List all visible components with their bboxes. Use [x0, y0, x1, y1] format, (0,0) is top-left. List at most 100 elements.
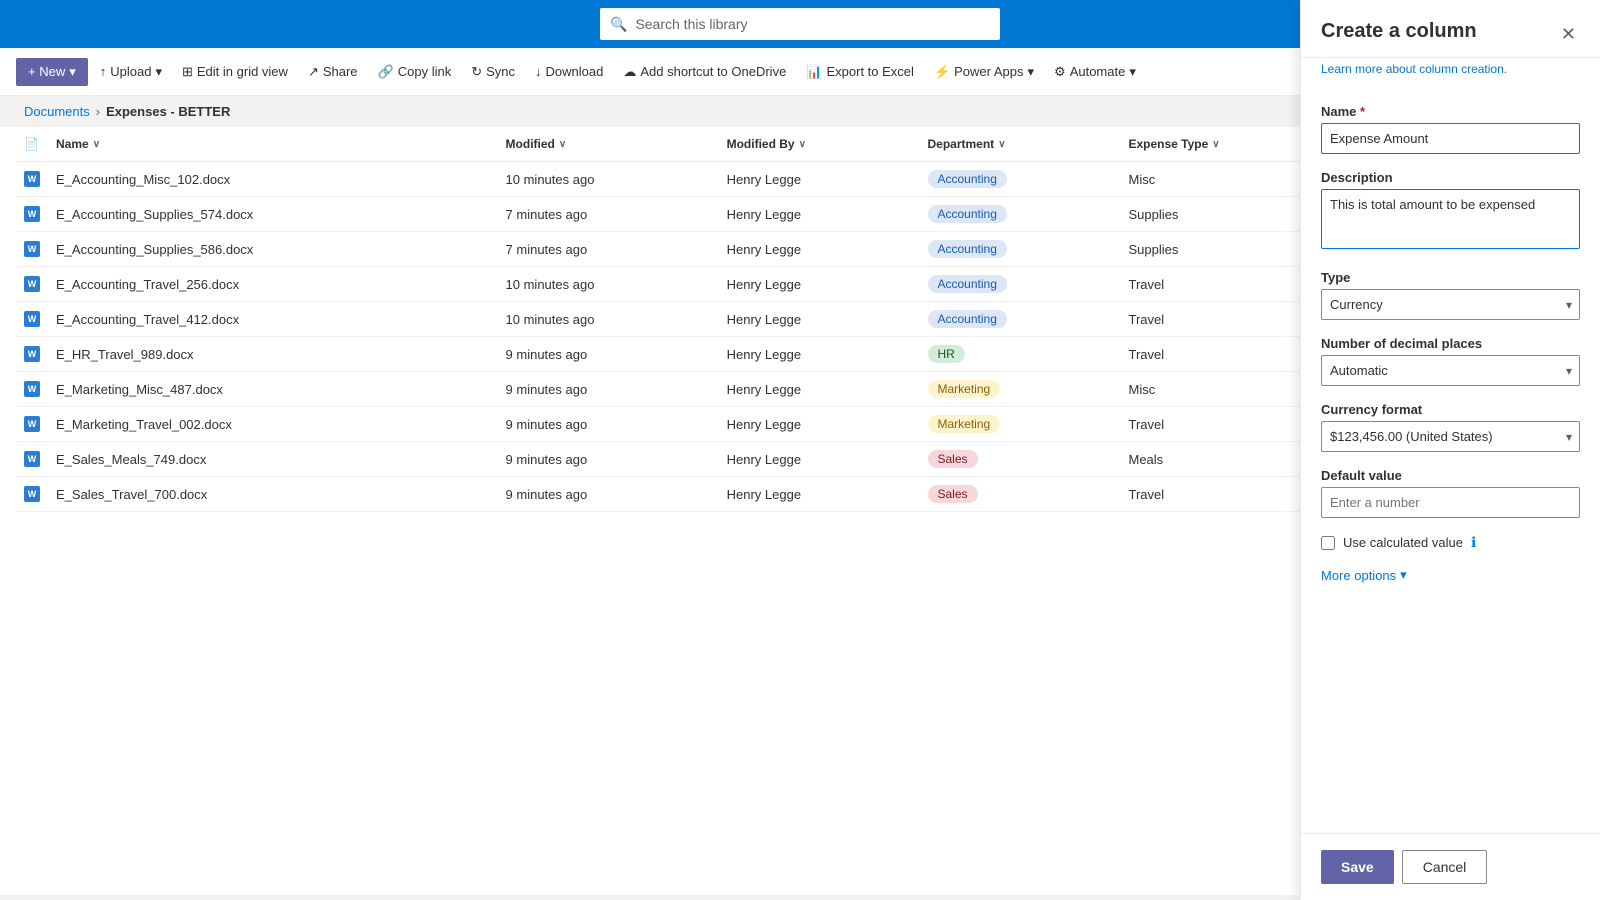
share-button[interactable]: ↗ Share — [300, 58, 366, 86]
chevron-down-icon: ▾ — [69, 64, 76, 80]
col-header-modified-by[interactable]: Modified By ∨ — [719, 127, 920, 162]
file-type-icon: 📄 — [24, 137, 39, 151]
share-icon: ↗ — [308, 64, 319, 80]
department-cell: Accounting — [920, 197, 1121, 232]
word-icon: W — [24, 451, 40, 467]
word-icon: W — [24, 416, 40, 432]
sort-icon: ∨ — [799, 139, 806, 150]
currency-format-label: Currency format — [1321, 402, 1580, 417]
name-input[interactable] — [1321, 123, 1580, 154]
search-placeholder: Search this library — [635, 16, 747, 32]
file-name: E_HR_Travel_989.docx — [56, 347, 194, 362]
department-badge: Sales — [928, 485, 978, 503]
currency-format-select[interactable]: $123,456.00 (United States) — [1321, 421, 1580, 452]
close-button[interactable]: ✕ — [1557, 20, 1580, 49]
default-value-group: Default value — [1321, 468, 1580, 518]
power-apps-icon: ⚡ — [934, 64, 950, 80]
new-button-label: + New — [28, 64, 65, 79]
file-name: E_Marketing_Misc_487.docx — [56, 382, 223, 397]
default-value-input[interactable] — [1321, 487, 1580, 518]
file-name-cell: E_Marketing_Misc_487.docx — [48, 372, 498, 407]
panel-footer: Save Cancel — [1301, 833, 1600, 900]
department-badge: Marketing — [928, 415, 1001, 433]
file-type-cell: W — [16, 442, 48, 477]
col-header-modified[interactable]: Modified ∨ — [498, 127, 719, 162]
modified-cell: 7 minutes ago — [498, 197, 719, 232]
file-type-cell: W — [16, 372, 48, 407]
word-icon: W — [24, 381, 40, 397]
file-name-cell: E_Accounting_Misc_102.docx — [48, 162, 498, 197]
department-badge: HR — [928, 345, 965, 363]
type-select[interactable]: CurrencySingle line of textMultiple line… — [1321, 289, 1580, 320]
department-cell: Marketing — [920, 372, 1121, 407]
file-name-cell: E_Sales_Travel_700.docx — [48, 477, 498, 512]
sync-icon: ↻ — [471, 64, 482, 80]
sort-icon: ∨ — [93, 139, 100, 150]
description-field-group: Description This is total amount to be e… — [1321, 170, 1580, 254]
modified-by-cell: Henry Legge — [719, 302, 920, 337]
file-type-cell: W — [16, 477, 48, 512]
save-button[interactable]: Save — [1321, 850, 1394, 884]
col-header-name[interactable]: Name ∨ — [48, 127, 498, 162]
modified-by-cell: Henry Legge — [719, 442, 920, 477]
calculated-value-group: Use calculated value ℹ — [1321, 534, 1580, 551]
department-cell: Marketing — [920, 407, 1121, 442]
file-name-cell: E_HR_Travel_989.docx — [48, 337, 498, 372]
side-panel: Create a column ✕ Learn more about colum… — [1300, 0, 1600, 900]
excel-icon: 📊 — [806, 64, 822, 80]
department-badge: Marketing — [928, 380, 1001, 398]
export-excel-button[interactable]: 📊 Export to Excel — [798, 58, 922, 86]
file-name: E_Sales_Meals_749.docx — [56, 452, 206, 467]
modified-cell: 9 minutes ago — [498, 407, 719, 442]
department-cell: Sales — [920, 477, 1121, 512]
more-options-button[interactable]: More options ▾ — [1321, 567, 1407, 583]
search-bar[interactable]: 🔍 Search this library — [600, 8, 1000, 40]
cancel-button[interactable]: Cancel — [1402, 850, 1488, 884]
department-badge: Sales — [928, 450, 978, 468]
copy-link-button[interactable]: 🔗 Copy link — [370, 58, 460, 86]
use-calculated-label[interactable]: Use calculated value — [1343, 535, 1463, 550]
file-name: E_Accounting_Travel_256.docx — [56, 277, 239, 292]
sync-button[interactable]: ↻ Sync — [463, 58, 523, 86]
description-input[interactable]: This is total amount to be expensed — [1321, 189, 1580, 249]
breadcrumb-parent[interactable]: Documents — [24, 104, 90, 119]
upload-button[interactable]: ↑ Upload ▾ — [92, 58, 170, 86]
info-icon[interactable]: ℹ — [1471, 534, 1476, 551]
download-button[interactable]: ↓ Download — [527, 58, 611, 85]
department-badge: Accounting — [928, 310, 1007, 328]
modified-cell: 7 minutes ago — [498, 232, 719, 267]
chevron-down-icon: ▾ — [1028, 64, 1035, 80]
automate-button[interactable]: ⚙ Automate ▾ — [1046, 58, 1144, 86]
modified-by-cell: Henry Legge — [719, 477, 920, 512]
col-header-department[interactable]: Department ∨ — [920, 127, 1121, 162]
name-label: Name — [1321, 104, 1580, 119]
upload-icon: ↑ — [100, 64, 107, 79]
file-type-cell: W — [16, 337, 48, 372]
file-name-cell: E_Marketing_Travel_002.docx — [48, 407, 498, 442]
file-name: E_Accounting_Travel_412.docx — [56, 312, 239, 327]
description-label: Description — [1321, 170, 1580, 185]
breadcrumb-current: Expenses - BETTER — [106, 104, 230, 119]
file-name: E_Accounting_Supplies_586.docx — [56, 242, 253, 257]
department-cell: Sales — [920, 442, 1121, 477]
department-cell: Accounting — [920, 232, 1121, 267]
more-options-label: More options — [1321, 568, 1396, 583]
power-apps-button[interactable]: ⚡ Power Apps ▾ — [926, 58, 1042, 86]
grid-icon: ⊞ — [182, 64, 193, 80]
type-label: Type — [1321, 270, 1580, 285]
new-button[interactable]: + New ▾ — [16, 58, 88, 86]
department-badge: Accounting — [928, 275, 1007, 293]
file-name: E_Accounting_Supplies_574.docx — [56, 207, 253, 222]
word-icon: W — [24, 346, 40, 362]
word-icon: W — [24, 206, 40, 222]
edit-grid-button[interactable]: ⊞ Edit in grid view — [174, 58, 296, 86]
modified-by-cell: Henry Legge — [719, 162, 920, 197]
word-icon: W — [24, 171, 40, 187]
panel-title: Create a column — [1321, 20, 1477, 43]
file-name-cell: E_Accounting_Travel_412.docx — [48, 302, 498, 337]
decimal-places-select[interactable]: Automatic012345 — [1321, 355, 1580, 386]
learn-more-link[interactable]: Learn more about column creation. — [1301, 62, 1600, 88]
add-shortcut-button[interactable]: ☁ Add shortcut to OneDrive — [615, 58, 794, 86]
use-calculated-checkbox[interactable] — [1321, 536, 1335, 550]
file-name: E_Marketing_Travel_002.docx — [56, 417, 232, 432]
